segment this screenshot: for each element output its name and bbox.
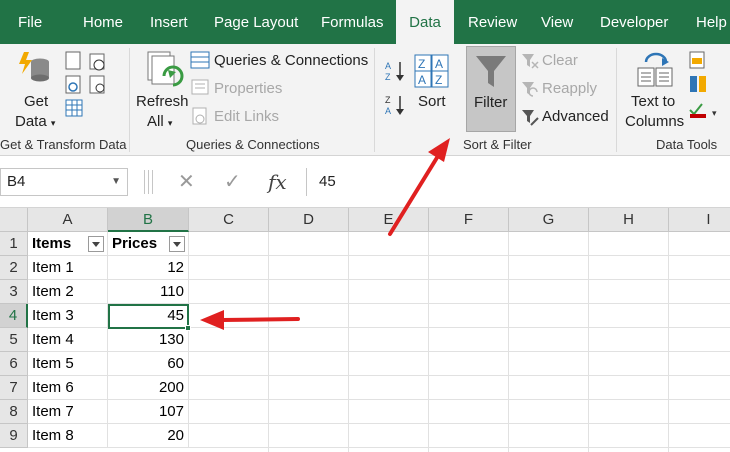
arrow-to-cell-annotation <box>200 310 300 330</box>
arrow-to-filter-annotation <box>388 138 450 236</box>
annotation-layer <box>200 138 450 330</box>
